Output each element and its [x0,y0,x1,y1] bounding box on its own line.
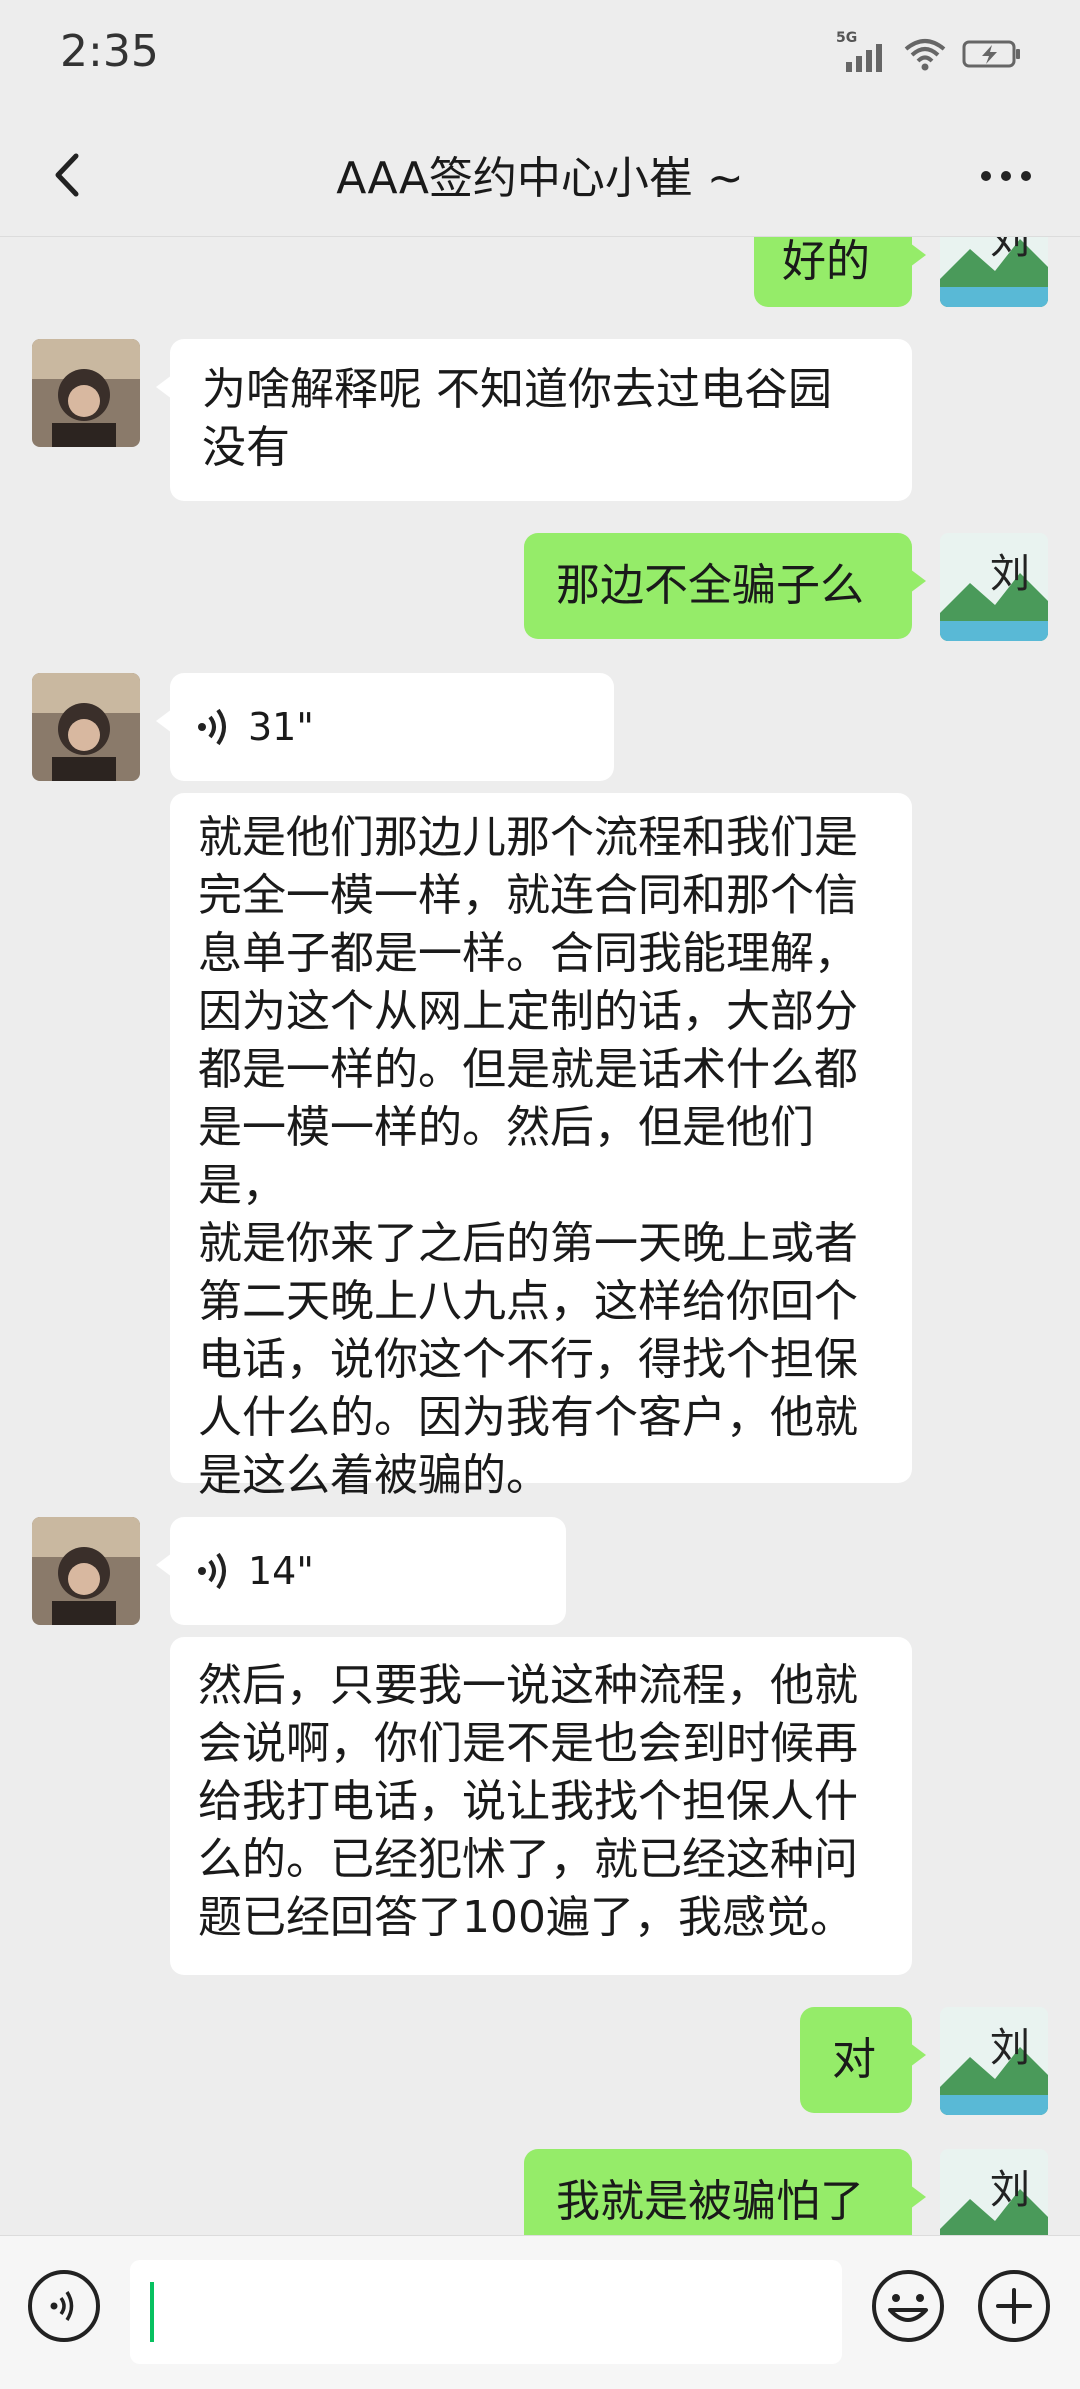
signal-icon: 5G [836,30,888,74]
transcript-line: 息单子都是一样。合同我能理解， [198,928,858,979]
message-text: 那边不全骗子么 [556,560,864,611]
wifi-icon [904,37,946,71]
my-avatar[interactable]: 刘 [940,2007,1048,2115]
my-avatar[interactable]: 刘 [940,237,1048,307]
transcript-line: 人什么的。因为我有个客户，他就 [198,1392,858,1443]
message-bubble-outgoing[interactable]: 那边不全骗子么 [524,533,926,639]
transcript-line: 题已经回答了100遍了，我感觉。 [198,1892,854,1943]
contact-avatar[interactable] [32,339,140,447]
transcript-line: 完全一模一样，就连合同和那个信 [198,870,858,921]
voice-wave-icon [198,708,226,746]
message-text: 我就是被骗怕了 [556,2176,864,2227]
transcript-line: 给我打电话，说让我找个担保人什 [198,1776,858,1827]
contact-avatar[interactable] [32,673,140,781]
emoji-button[interactable] [868,2266,948,2346]
chat-title: AAA签约中心小崔 ~ [336,153,744,204]
voice-message-bubble[interactable]: 14" [156,1517,566,1625]
plus-icon [978,2270,1050,2342]
chat-header: AAA签约中心小崔 ~ [0,110,1080,236]
transcript-line: 因为这个从网上定制的话，大部分 [198,986,858,1037]
svg-text:刘: 刘 [990,551,1030,597]
my-avatar[interactable]: 刘 [940,2149,1048,2235]
transcript-line: 是一模一样的。然后，但是他们是， [198,1102,814,1211]
message-input[interactable] [130,2260,842,2364]
voice-message-bubble[interactable]: 31" [156,673,614,781]
ellipsis-icon [981,171,1031,181]
more-button[interactable] [966,140,1046,210]
input-bar [0,2235,1080,2389]
transcript-line: 都是一样的。但是就是话术什么都 [198,1044,858,1095]
voice-wave-icon [198,1552,226,1590]
transcript-line: 电话，说你这个不行，得找个担保 [198,1334,858,1385]
message-line: 没有 [202,422,290,473]
transcript-line: 就是你来了之后的第一天晚上或者 [198,1218,858,1269]
status-bar: 2:35 5G [0,0,1080,110]
message-bubble-incoming[interactable]: 为啥解释呢 不知道你去过电谷园 没有 [156,339,912,501]
transcript-line: 会说啊，你们是不是也会到时候再 [198,1718,858,1769]
svg-text:刘: 刘 [990,237,1030,263]
voice-duration: 14" [248,1549,314,1593]
message-text: 好的 [782,237,870,287]
voice-input-button[interactable] [26,2268,102,2344]
message-bubble-outgoing[interactable]: 好的 [754,237,926,307]
svg-text:刘: 刘 [990,2025,1030,2071]
voice-duration: 31" [248,705,314,749]
contact-avatar[interactable] [32,1517,140,1625]
message-list[interactable]: 好的 刘 为啥解释呢 不知道你去过电谷园 没有 那边不全骗子么 刘 31" 就是… [0,237,1080,2235]
transcript-line: 是这么着被骗的。 [198,1450,550,1501]
battery-charging-icon [962,39,1022,69]
emoji-icon [872,2270,944,2342]
status-time: 2:35 [60,26,159,77]
transcript-line: 就是他们那边儿那个流程和我们是 [198,812,858,863]
transcript-line: 么的。已经犯怵了，就已经这种问 [198,1834,858,1885]
message-text: 对 [832,2034,876,2085]
voice-transcript[interactable]: 然后，只要我一说这种流程，他就 会说啊，你们是不是也会到时候再 给我打电话，说让… [170,1637,912,1975]
transcript-line: 第二天晚上八九点，这样给你回个 [198,1276,858,1327]
message-line: 为啥解释呢 不知道你去过电谷园 [202,364,832,415]
voice-transcript[interactable]: 就是他们那边儿那个流程和我们是 完全一模一样，就连合同和那个信 息单子都是一样。… [170,793,912,1501]
status-icons: 5G [836,30,1022,74]
text-caret [150,2282,154,2342]
svg-text:刘: 刘 [990,2167,1030,2213]
message-bubble-outgoing[interactable]: 我就是被骗怕了 [524,2149,926,2235]
voice-input-icon [28,2270,100,2342]
more-actions-button[interactable] [974,2266,1054,2346]
message-bubble-outgoing[interactable]: 对 [800,2007,926,2113]
transcript-line: 然后，只要我一说这种流程，他就 [198,1660,858,1711]
my-avatar[interactable]: 刘 [940,533,1048,641]
